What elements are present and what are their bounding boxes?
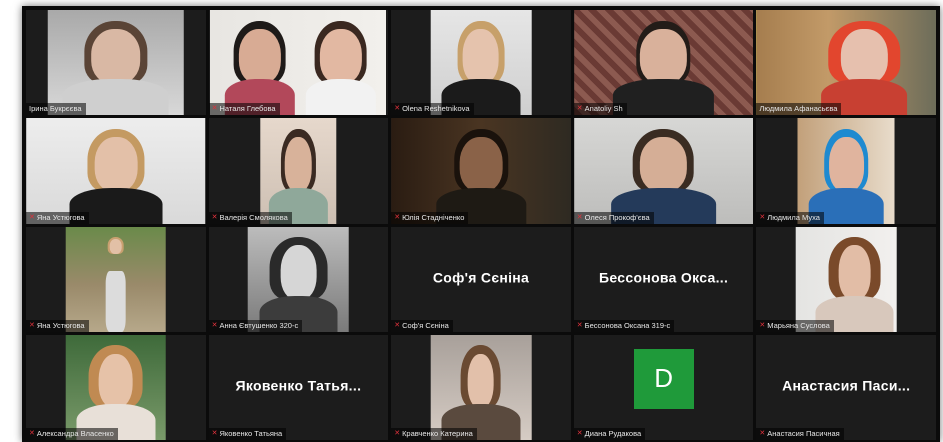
participant-tile[interactable]: Ірина Букрєєва	[26, 10, 206, 116]
video-feed	[26, 118, 206, 224]
participant-tile[interactable]: ✕ Наталя Глебова	[208, 10, 389, 116]
mic-off-icon: ✕	[576, 213, 583, 221]
video-feed	[65, 334, 167, 440]
participant-name-label: ✕ Анастасия Пасичная	[756, 428, 844, 440]
participant-tile[interactable]: ✕ Людмила Муха	[756, 118, 936, 224]
participant-tile-active-speaker[interactable]: Людмила Афанасьєва	[756, 10, 936, 116]
mic-off-icon: ✕	[29, 321, 35, 329]
participant-name-label: ✕ Соф'я Сєніна	[391, 319, 453, 332]
mic-off-icon: ✕	[394, 430, 401, 437]
mic-off-icon: ✕	[759, 430, 766, 437]
video-feed	[248, 226, 349, 332]
participant-display-name: Анастасия Паси...	[782, 377, 911, 394]
participant-avatar: D	[633, 348, 694, 409]
participant-display-name: Бессонова Окса...	[599, 269, 729, 286]
mic-off-icon: ✕	[211, 105, 218, 113]
mic-off-icon: ✕	[759, 321, 766, 329]
mic-off-icon: ✕	[29, 213, 35, 221]
mic-off-icon: ✕	[29, 430, 35, 437]
mic-off-icon: ✕	[211, 430, 218, 437]
participant-display-name: Соф'я Сєніна	[432, 269, 530, 286]
mic-off-icon: ✕	[576, 105, 583, 113]
participant-tile[interactable]: ✕ Яна Устюгова	[26, 226, 206, 332]
participant-name-label: ✕ Анна Євтушенко 320-с	[208, 319, 303, 332]
participant-tile[interactable]: Яковенко Татья... ✕ Яковенко Татьяна	[208, 334, 389, 440]
participant-name-label: Людмила Афанасьєва	[756, 103, 842, 116]
participant-name-label: ✕ Бессонова Оксана 319-с	[573, 319, 675, 332]
video-feed	[573, 118, 754, 224]
video-gallery-window: Ірина Букрєєва ✕ Наталя Глебова ✕ Olena …	[22, 6, 940, 442]
video-feed	[260, 118, 337, 224]
video-feed	[797, 118, 895, 224]
video-feed	[210, 10, 387, 116]
mic-off-icon: ✕	[211, 321, 218, 329]
participant-tile[interactable]: ✕ Яна Устюгова	[26, 118, 206, 224]
participant-name-label: ✕ Наталя Глебова	[208, 103, 280, 116]
participant-tile[interactable]: ✕ Анна Євтушенко 320-с	[208, 226, 389, 332]
participant-name-label: ✕ Кравченко Катерина	[391, 428, 477, 440]
participant-name-label: ✕ Юлія Стадніченко	[391, 211, 469, 224]
participant-tile[interactable]: ✕ Марьяна Суслова	[756, 226, 936, 332]
mic-off-icon: ✕	[394, 321, 401, 329]
mic-off-icon: ✕	[394, 213, 401, 221]
participant-tile[interactable]: Анастасия Паси... ✕ Анастасия Пасичная	[756, 334, 936, 440]
video-feed	[430, 10, 532, 116]
participant-name-label: ✕ Диана Рудакова	[573, 428, 646, 440]
video-feed	[65, 226, 167, 332]
participant-tile[interactable]: ✕ Кравченко Катерина	[391, 334, 571, 440]
participant-name-label: ✕ Anatoliy Sh	[573, 103, 627, 116]
participant-tile[interactable]: ✕ Валерія Смолякова	[208, 118, 389, 224]
participant-name-label: ✕ Яковенко Татьяна	[208, 428, 287, 440]
participant-tile[interactable]: ✕ Олеся Прокоф'єва	[573, 118, 754, 224]
video-feed	[795, 226, 897, 332]
mic-off-icon: ✕	[211, 213, 218, 221]
participant-name-label: Ірина Букрєєва	[26, 103, 86, 116]
video-feed	[756, 10, 936, 116]
participant-name-label: ✕ Olena Reshetnikova	[391, 103, 474, 116]
participant-tile[interactable]: ✕ Olena Reshetnikova	[391, 10, 571, 116]
gallery-grid: Ірина Букрєєва ✕ Наталя Глебова ✕ Olena …	[26, 10, 936, 440]
mic-off-icon: ✕	[576, 430, 583, 437]
participant-tile[interactable]: ✕ Юлія Стадніченко	[391, 118, 571, 224]
video-feed	[573, 10, 754, 116]
participant-name-label: ✕ Яна Устюгова	[26, 211, 89, 224]
participant-tile[interactable]: Соф'я Сєніна ✕ Соф'я Сєніна	[391, 226, 571, 332]
mic-off-icon: ✕	[759, 213, 766, 221]
participant-name-label: ✕ Олеся Прокоф'єва	[573, 211, 654, 224]
mic-off-icon: ✕	[576, 321, 583, 329]
participant-name-label: ✕ Яна Устюгова	[26, 319, 89, 332]
participant-name-label: ✕ Александра Власенко	[26, 428, 118, 440]
participant-display-name: Яковенко Татья...	[235, 377, 362, 394]
video-feed	[47, 10, 185, 116]
video-feed	[430, 334, 532, 440]
mic-off-icon: ✕	[394, 105, 401, 113]
participant-tile[interactable]: ✕ Александра Власенко	[26, 334, 206, 440]
participant-tile[interactable]: D ✕ Диана Рудакова	[573, 334, 754, 440]
video-feed	[391, 118, 571, 224]
participant-name-label: ✕ Марьяна Суслова	[756, 319, 834, 332]
participant-name-label: ✕ Валерія Смолякова	[208, 211, 292, 224]
participant-tile[interactable]: ✕ Anatoliy Sh	[573, 10, 754, 116]
participant-name-label: ✕ Людмила Муха	[756, 211, 824, 224]
participant-tile[interactable]: Бессонова Окса... ✕ Бессонова Оксана 319…	[573, 226, 754, 332]
